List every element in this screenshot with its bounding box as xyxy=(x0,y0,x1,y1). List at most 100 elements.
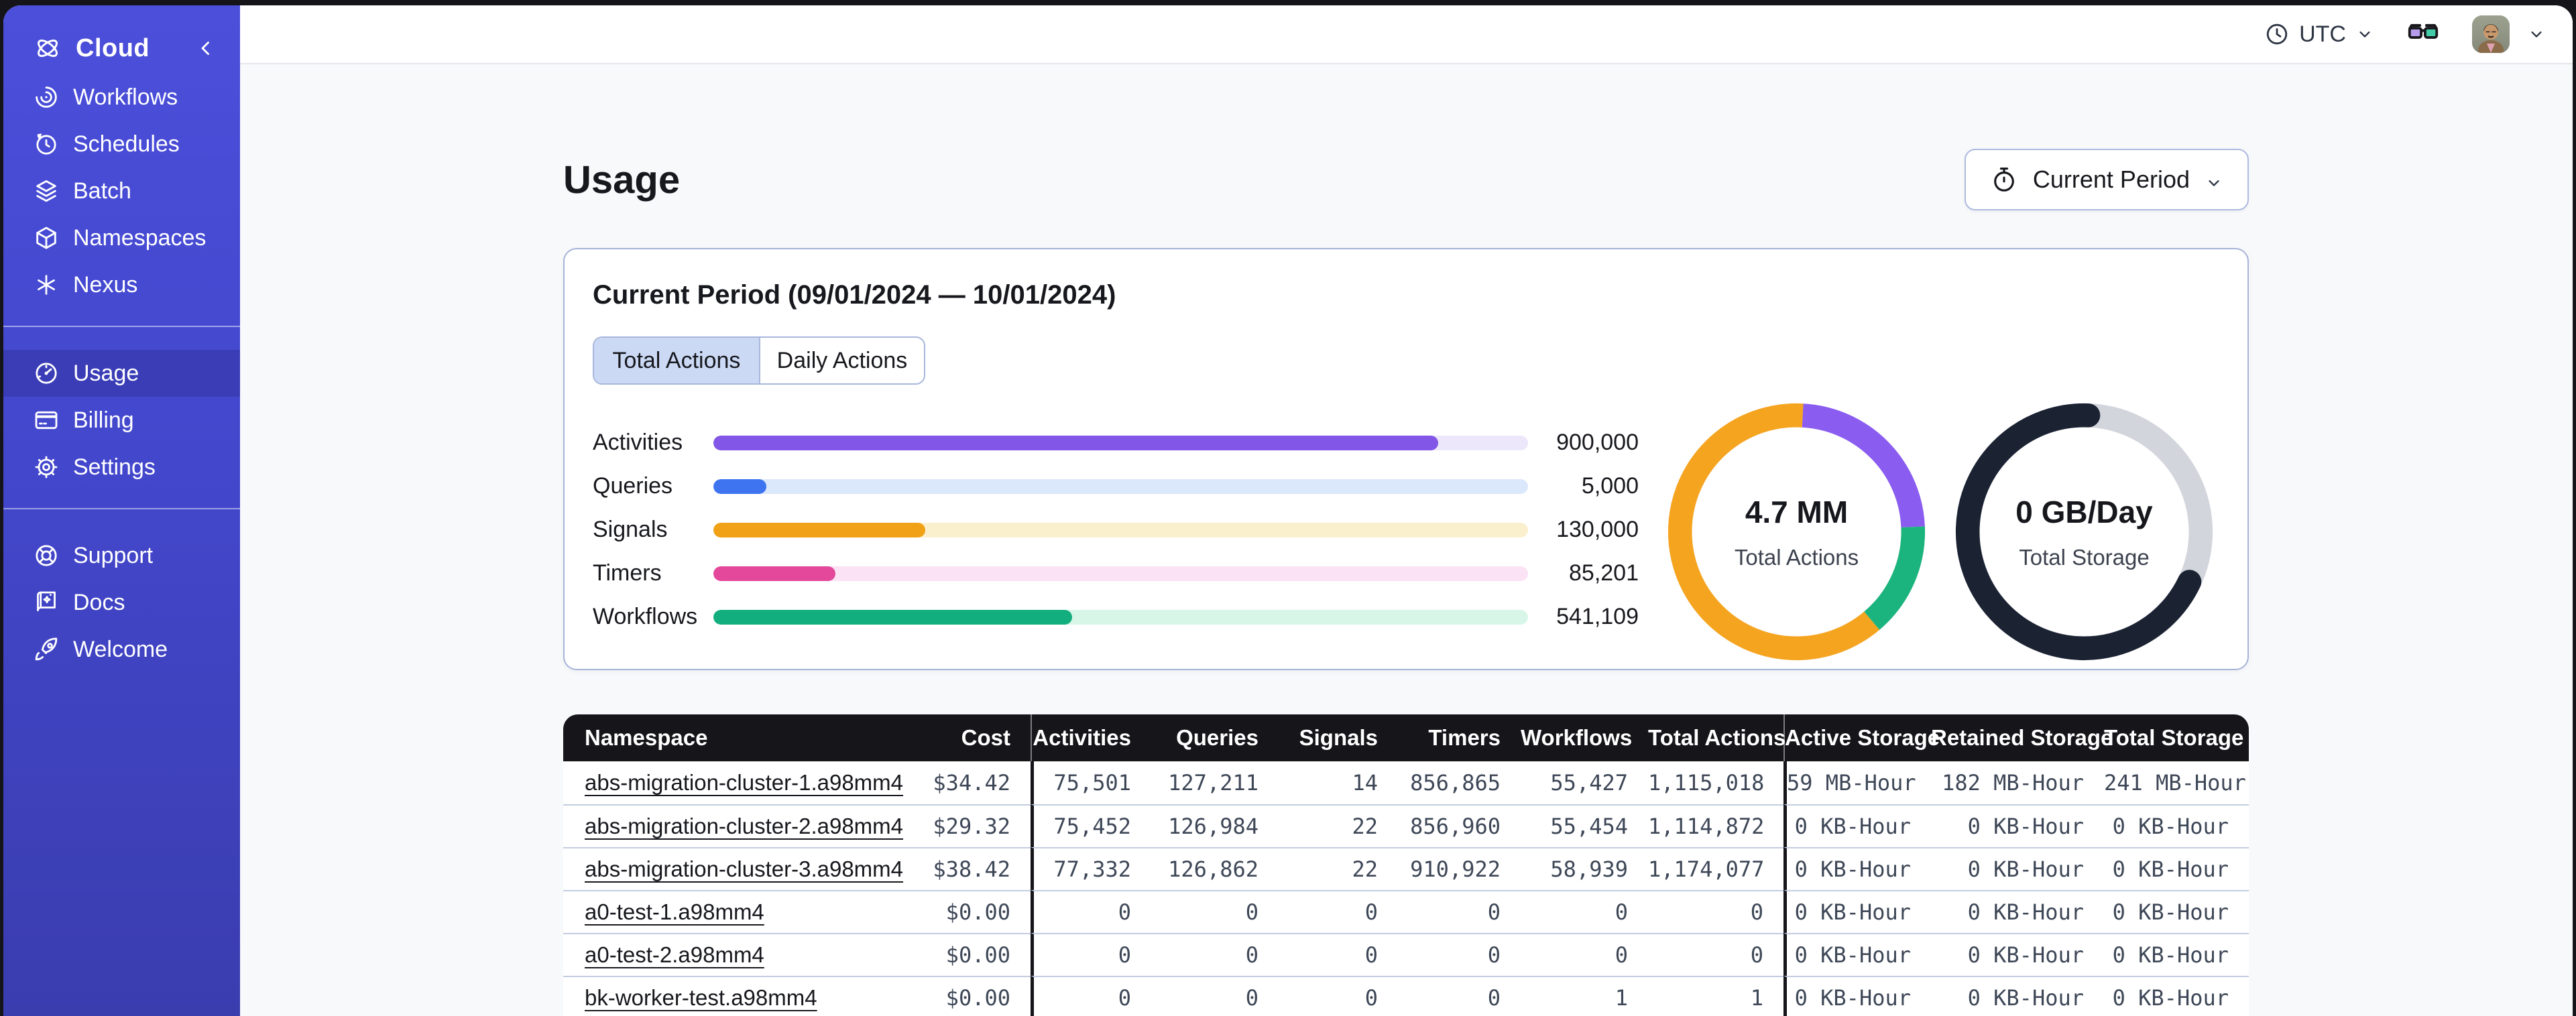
usage-icon xyxy=(33,360,60,387)
table-cell: $0.00 xyxy=(882,890,1031,933)
namespace-link[interactable]: abs-migration-cluster-1.a98mm4 xyxy=(585,770,903,795)
support-icon xyxy=(33,542,60,569)
table-cell: $29.32 xyxy=(882,804,1031,847)
bar-value: 5,000 xyxy=(1581,473,1639,499)
sidebar-item-label: Usage xyxy=(73,360,139,386)
user-menu[interactable] xyxy=(2472,15,2546,53)
tab-daily-actions[interactable]: Daily Actions xyxy=(759,338,924,383)
sidebar-item-label: Support xyxy=(73,542,154,568)
namespace-link[interactable]: abs-migration-cluster-3.a98mm4 xyxy=(585,856,903,881)
table-cell: 0 xyxy=(1521,933,1648,976)
table-row: abs-migration-cluster-1.a98mm4 $34.42 75,5… xyxy=(563,761,2249,804)
period-selector-label: Current Period xyxy=(2032,166,2190,193)
table-cell: 856,960 xyxy=(1398,804,1521,847)
column-header-activities: Activities xyxy=(1031,714,1151,761)
table-cell: 1 xyxy=(1648,976,1783,1016)
table-row: abs-migration-cluster-2.a98mm4 $29.32 75,4… xyxy=(563,804,2249,847)
chevron-down-icon xyxy=(2355,25,2374,44)
table-cell: 1,115,018 xyxy=(1648,761,1783,804)
bar-fill xyxy=(713,479,766,494)
table-cell: 0 KB-Hour xyxy=(1931,976,2104,1016)
total-storage-label: Total Storage xyxy=(2019,544,2150,570)
bar-label: Activities xyxy=(593,430,683,455)
sidebar-item-schedules[interactable]: Schedules xyxy=(3,121,240,168)
table-cell: 58,939 xyxy=(1521,847,1648,890)
table-cell: $34.42 xyxy=(882,761,1031,804)
namespace-link[interactable]: bk-worker-test.a98mm4 xyxy=(585,985,817,1010)
table-cell: 910,922 xyxy=(1398,847,1521,890)
billing-icon xyxy=(33,407,60,434)
usage-bar-activities: Activities 900,000 xyxy=(593,421,1639,464)
timezone-selector[interactable]: UTC xyxy=(2264,21,2374,48)
sidebar-collapse-button[interactable] xyxy=(194,37,217,60)
sidebar-item-nexus[interactable]: Nexus xyxy=(3,261,240,308)
table-cell: 0 xyxy=(1648,933,1783,976)
bar-fill xyxy=(713,435,1439,450)
table-cell: 1,114,872 xyxy=(1648,804,1783,847)
table-cell: 0 KB-Hour xyxy=(1783,847,1931,890)
table-cell: 127,211 xyxy=(1151,761,1279,804)
sidebar-item-settings[interactable]: Settings xyxy=(3,444,240,491)
table-cell: 241 MB-Hour xyxy=(2104,761,2249,804)
namespace-link[interactable]: a0-test-2.a98mm4 xyxy=(585,942,764,967)
table-cell: 75,501 xyxy=(1031,761,1151,804)
period-card-title: Current Period (09/01/2024 — 10/01/2024) xyxy=(593,280,1116,310)
bar-track xyxy=(713,522,1528,537)
sidebar-item-namespaces[interactable]: Namespaces xyxy=(3,214,240,261)
table-cell: 0 KB-Hour xyxy=(2104,933,2249,976)
table-cell: 0 KB-Hour xyxy=(1931,890,2104,933)
sidebar-item-label: Schedules xyxy=(73,131,180,157)
bar-label: Workflows xyxy=(593,604,698,629)
bar-value: 85,201 xyxy=(1569,560,1639,586)
donut-charts: 4.7 MM Total Actions 0 GB/Day Total Stor… xyxy=(1664,399,2217,664)
table-cell: 22 xyxy=(1279,804,1398,847)
table-cell: 856,865 xyxy=(1398,761,1521,804)
table-cell: 59 MB-Hour xyxy=(1783,761,1931,804)
table-cell: 0 xyxy=(1151,890,1279,933)
namespace-link[interactable]: abs-migration-cluster-2.a98mm4 xyxy=(585,814,903,838)
chevron-down-icon xyxy=(2527,25,2546,44)
labs-glasses-icon[interactable] xyxy=(2405,16,2441,52)
tab-total-actions[interactable]: Total Actions xyxy=(594,338,759,383)
table-cell: 0 KB-Hour xyxy=(2104,890,2249,933)
usage-bar-timers: Timers 85,201 xyxy=(593,552,1639,595)
sidebar-item-welcome[interactable]: Welcome xyxy=(3,626,240,673)
bar-fill xyxy=(713,522,925,537)
sidebar-item-docs[interactable]: Docs xyxy=(3,579,240,626)
table-cell: 14 xyxy=(1279,761,1398,804)
sidebar-brand[interactable]: Cloud xyxy=(3,27,240,70)
period-selector-button[interactable]: Current Period xyxy=(1964,149,2249,210)
table-cell: 0 xyxy=(1279,976,1398,1016)
table-cell: 1 xyxy=(1521,976,1648,1016)
table-cell: 0 KB-Hour xyxy=(2104,976,2249,1016)
table-cell: $0.00 xyxy=(882,933,1031,976)
usage-bar-signals: Signals 130,000 xyxy=(593,508,1639,552)
column-header-signals: Signals xyxy=(1279,714,1398,761)
settings-icon xyxy=(33,454,60,481)
sidebar-item-batch[interactable]: Batch xyxy=(3,168,240,214)
sidebar-item-support[interactable]: Support xyxy=(3,532,240,579)
namespace-link[interactable]: a0-test-1.a98mm4 xyxy=(585,899,764,924)
bar-label: Timers xyxy=(593,560,662,586)
table-cell: $38.42 xyxy=(882,847,1031,890)
sidebar-item-label: Nexus xyxy=(73,271,138,298)
timezone-label: UTC xyxy=(2299,21,2346,47)
table-row: a0-test-2.a98mm4 $0.00 0 0 0 0 0 0 0 KB-Hour 0 KB… xyxy=(563,933,2249,976)
sidebar-item-billing[interactable]: Billing xyxy=(3,397,240,444)
total-actions-label: Total Actions xyxy=(1734,544,1859,570)
table-cell: 126,862 xyxy=(1151,847,1279,890)
table-row: a0-test-1.a98mm4 $0.00 0 0 0 0 0 0 0 KB-Hour 0 KB… xyxy=(563,890,2249,933)
table-cell: 0 xyxy=(1398,890,1521,933)
actions-bar-chart: Activities 900,000 Queries 5,000 Signals 130,… xyxy=(593,421,1639,639)
sidebar-item-usage[interactable]: Usage xyxy=(3,350,240,397)
bar-track xyxy=(713,479,1528,494)
table-cell: 55,454 xyxy=(1521,804,1648,847)
brand-label: Cloud xyxy=(76,34,150,62)
table-cell: 0 xyxy=(1031,890,1151,933)
namespace-usage-table: Namespace Cost Activities Queries Signals Tim… xyxy=(563,714,2249,1016)
workflows-icon xyxy=(33,84,60,111)
temporal-logo-icon xyxy=(33,34,62,63)
sidebar-item-workflows[interactable]: Workflows xyxy=(3,74,240,121)
docs-icon xyxy=(33,589,60,616)
bar-value: 541,109 xyxy=(1556,604,1639,629)
